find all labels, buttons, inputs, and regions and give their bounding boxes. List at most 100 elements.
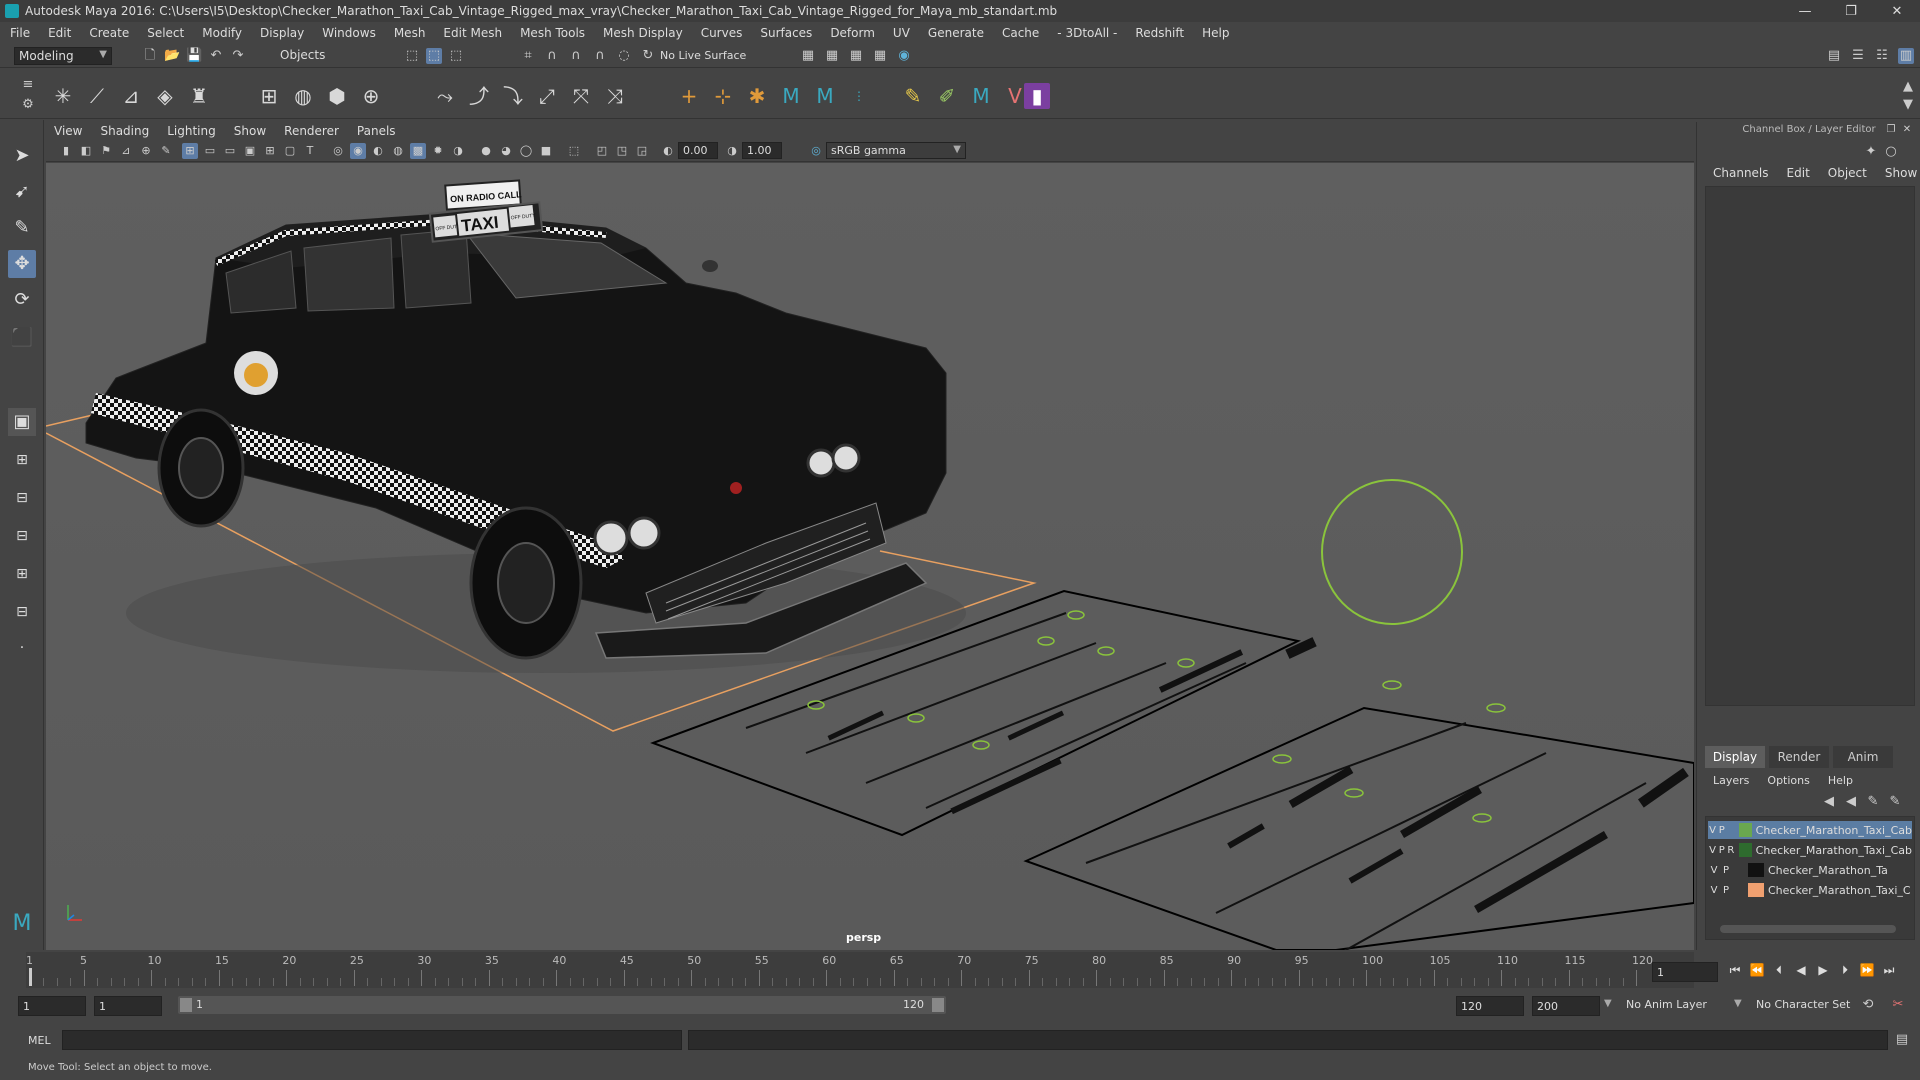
current-time-indicator[interactable] <box>29 968 32 986</box>
ambient-occlusion-icon[interactable]: ● <box>478 143 494 159</box>
hypershade-icon[interactable]: ◉ <box>896 48 912 64</box>
point-constraint-icon[interactable]: ⤳ <box>432 83 458 109</box>
shadows-icon[interactable]: ◑ <box>450 143 466 159</box>
menu-mesh-tools[interactable]: Mesh Tools <box>520 26 585 40</box>
taxi-model[interactable] <box>85 212 966 673</box>
lasso-tool-icon[interactable]: ➹ <box>8 178 36 206</box>
save-scene-icon[interactable]: 💾 <box>186 48 202 64</box>
viewport-menu-panels[interactable]: Panels <box>357 124 396 138</box>
layer-p-toggle[interactable]: P <box>1717 825 1726 836</box>
undo-icon[interactable]: ↶ <box>208 48 224 64</box>
channel-box-tab-object[interactable]: Object <box>1828 166 1867 180</box>
ipr-render-icon[interactable]: ▦ <box>848 48 864 64</box>
channel-box-tab-edit[interactable]: Edit <box>1787 166 1810 180</box>
layer-list-scrollbar[interactable] <box>1720 925 1896 933</box>
resolution-gate-icon[interactable]: ▭ <box>222 143 238 159</box>
shelf-settings-icon[interactable]: ⚙ <box>20 97 36 113</box>
render-view-icon[interactable]: ▦ <box>800 48 816 64</box>
layer-editor-tab-anim[interactable]: Anim <box>1833 746 1893 768</box>
viewport-menu-lighting[interactable]: Lighting <box>167 124 216 138</box>
color-management-icon[interactable]: ◎ <box>808 143 824 159</box>
move-layer-down-icon[interactable]: ◀ <box>1843 794 1859 810</box>
new-layer-selected-icon[interactable]: ✎ <box>1865 794 1881 810</box>
select-hierarchy-icon[interactable]: ⬚ <box>404 48 420 64</box>
close-button[interactable]: ✕ <box>1874 0 1920 22</box>
shelf-menu-icon[interactable]: ≡ <box>20 77 36 93</box>
menu-mesh-display[interactable]: Mesh Display <box>603 26 683 40</box>
render-settings-icon[interactable]: ▦ <box>872 48 888 64</box>
view-transform-icon[interactable]: ⊕ <box>138 143 154 159</box>
aim-constraint-icon[interactable]: ⤴ <box>466 83 492 109</box>
layer-row[interactable]: V P Checker_Marathon_Taxi_Cab <box>1708 821 1912 839</box>
snap-grid-icon[interactable]: ⌗ <box>520 48 536 64</box>
menu-uv[interactable]: UV <box>893 26 910 40</box>
live-surface-label[interactable]: No Live Surface <box>660 49 746 62</box>
channel-box-icon-2[interactable]: ○ <box>1883 144 1899 160</box>
new-layer-icon[interactable]: ✎ <box>1887 794 1903 810</box>
menu-edit[interactable]: Edit <box>48 26 71 40</box>
menu-display[interactable]: Display <box>260 26 304 40</box>
layer-p-toggle[interactable]: P <box>1717 845 1726 856</box>
camera-attributes-icon[interactable]: ◧ <box>78 143 94 159</box>
grid-toggle-icon[interactable]: ⊞ <box>182 143 198 159</box>
perspective-viewport[interactable]: ON RADIO CALL OFF DUTY TAXI OFF DUTY per… <box>46 163 1694 950</box>
go-to-end-icon[interactable]: ⏭ <box>1880 960 1898 980</box>
default-material-icon[interactable]: ◐ <box>370 143 386 159</box>
view-transform-dropdown[interactable]: sRGB gamma ▼ <box>826 142 966 159</box>
step-back-key-icon[interactable]: ⏴ <box>1770 960 1788 980</box>
play-forwards-icon[interactable]: ▶ <box>1814 960 1832 980</box>
menu-cache[interactable]: Cache <box>1002 26 1039 40</box>
character-set-selector[interactable]: No Character Set <box>1756 998 1850 1011</box>
locator-aim-icon[interactable]: ⊹ <box>710 83 736 109</box>
layer-row[interactable]: V P R Checker_Marathon_Taxi_Cab <box>1708 841 1912 859</box>
snap-view-plane-icon[interactable]: ∩ <box>592 48 608 64</box>
layer-color-swatch[interactable] <box>1739 823 1752 837</box>
maya-script-icon-1[interactable]: M <box>778 83 804 109</box>
isolate-select-icon[interactable]: ⬚ <box>566 143 582 159</box>
layout-menu-icon[interactable]: · <box>8 634 36 662</box>
main-control-curve[interactable] <box>1321 479 1463 625</box>
layer-color-swatch[interactable] <box>1748 863 1764 877</box>
menu-edit-mesh[interactable]: Edit Mesh <box>443 26 502 40</box>
textured-icon[interactable]: ▩ <box>410 143 426 159</box>
locator-star-icon[interactable]: ✱ <box>744 83 770 109</box>
layer-editor-menu-options[interactable]: Options <box>1767 774 1809 787</box>
step-back-frame-icon[interactable]: ⏪ <box>1748 960 1766 980</box>
snap-surface-icon[interactable]: ◌ <box>616 48 632 64</box>
range-end-handle[interactable] <box>932 998 944 1012</box>
wireframe-icon[interactable]: ◎ <box>330 143 346 159</box>
depth-of-field-icon[interactable]: ■ <box>538 143 554 159</box>
menu-select[interactable]: Select <box>147 26 184 40</box>
minimize-button[interactable]: — <box>1782 0 1828 22</box>
move-layer-up-icon[interactable]: ◀ <box>1821 794 1837 810</box>
exposure-icon[interactable]: ◐ <box>660 143 676 159</box>
four-view-layout-icon[interactable]: ⊟ <box>8 484 36 512</box>
layer-v-toggle[interactable]: V <box>1708 845 1717 856</box>
selection-mode-dropdown[interactable]: Objects <box>276 47 374 65</box>
viewport-menu-renderer[interactable]: Renderer <box>284 124 339 138</box>
menu-windows[interactable]: Windows <box>322 26 376 40</box>
redo-icon[interactable]: ↷ <box>230 48 246 64</box>
wrap-icon[interactable]: ⬢ <box>324 83 350 109</box>
scale-constraint-icon[interactable]: ⤢ <box>534 83 560 109</box>
persp-outliner-layout-icon[interactable]: ⊟ <box>8 522 36 550</box>
playback-start-field[interactable]: 1 <box>94 996 162 1016</box>
menu-surfaces[interactable]: Surfaces <box>760 26 812 40</box>
layer-v-toggle[interactable]: V <box>1708 885 1720 896</box>
viewport-menu-show[interactable]: Show <box>234 124 266 138</box>
smooth-shade-icon[interactable]: ◉ <box>350 143 366 159</box>
menu-file[interactable]: File <box>10 26 30 40</box>
menu-modify[interactable]: Modify <box>202 26 242 40</box>
grease-pencil-icon[interactable]: ✎ <box>158 143 174 159</box>
go-to-start-icon[interactable]: ⏮ <box>1726 960 1744 980</box>
render-frame-icon[interactable]: ▦ <box>824 48 840 64</box>
close-panel-icon[interactable]: ✕ <box>1899 122 1915 138</box>
layer-editor-menu-help[interactable]: Help <box>1828 774 1853 787</box>
film-gate-icon[interactable]: ▭ <box>202 143 218 159</box>
image-plane-icon[interactable]: ⊿ <box>118 143 134 159</box>
layer-editor-tab-render[interactable]: Render <box>1769 746 1829 768</box>
ik-handle-icon[interactable]: ⟋ <box>84 83 110 109</box>
range-start-handle[interactable] <box>180 998 192 1012</box>
range-slider[interactable]: 1 120 <box>178 996 946 1014</box>
maya-script-icon-3[interactable]: M <box>968 83 994 109</box>
